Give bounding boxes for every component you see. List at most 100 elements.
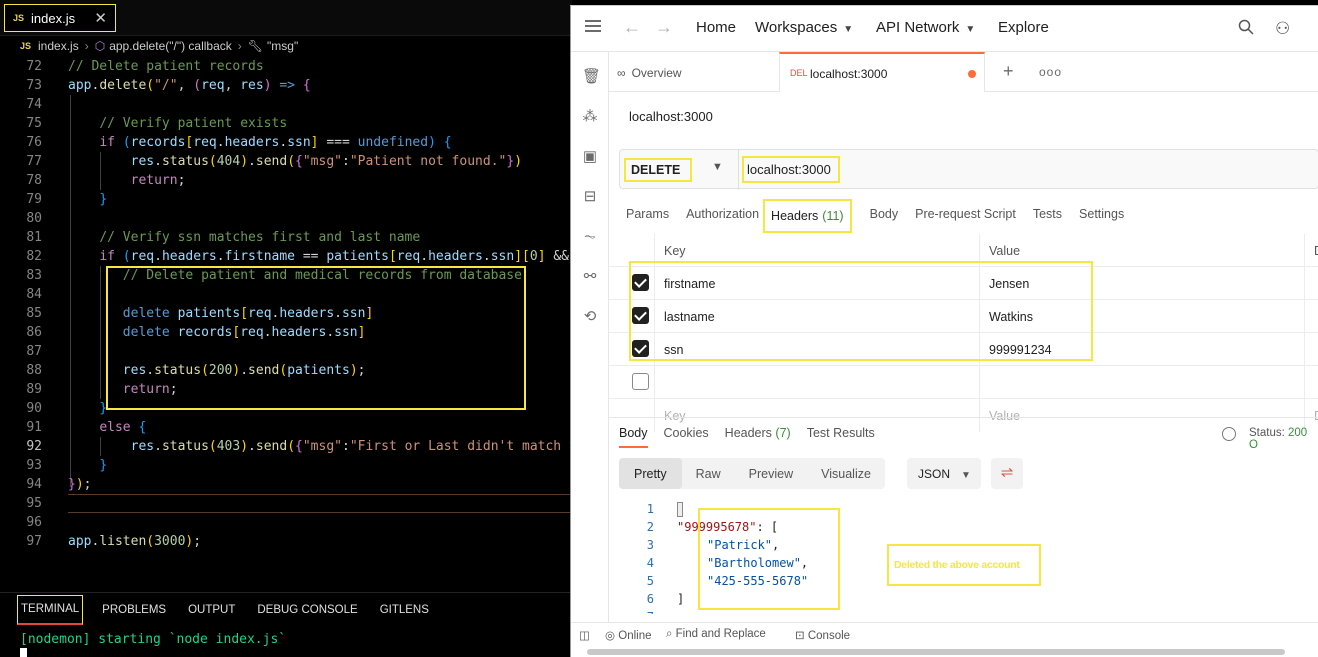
- column-header-description: D: [1304, 234, 1318, 267]
- forward-arrow-icon[interactable]: →: [655, 17, 673, 38]
- tab-body[interactable]: Body: [840, 199, 899, 229]
- line-number: 73: [26, 78, 42, 93]
- file-tab-index-js[interactable]: JS index.js ✕: [4, 4, 116, 32]
- line-number: 83: [26, 268, 42, 283]
- tab-debug-console[interactable]: DEBUG CONSOLE: [246, 593, 368, 626]
- back-arrow-icon[interactable]: ←: [623, 17, 641, 38]
- response-line-number: 4: [646, 556, 654, 570]
- bottom-status-bar: ◫ ◎ Online ⌕ Find and Replace ⊡ Console: [571, 622, 1318, 646]
- format-label: JSON: [918, 467, 951, 481]
- tab-output[interactable]: OUTPUT: [177, 593, 246, 626]
- nav-api-network-label: API Network: [876, 19, 960, 36]
- code-line: app.listen(3000);: [68, 534, 202, 549]
- line-number: 82: [26, 249, 42, 264]
- tab-response-body[interactable]: Body: [619, 426, 648, 448]
- wrap-lines-icon[interactable]: ⇌: [991, 458, 1023, 489]
- method-cube-icon: ⬡: [94, 39, 106, 53]
- code-line: res.status(403).send({"msg":"First or La…: [130, 439, 572, 454]
- tab-terminal[interactable]: TERMINAL: [17, 594, 84, 625]
- breadcrumb-file[interactable]: index.js: [38, 39, 79, 53]
- tab-test-results[interactable]: Test Results: [807, 426, 875, 448]
- tab-response-headers[interactable]: Headers (7): [725, 426, 791, 448]
- tab-gitlens[interactable]: GITLENS: [369, 593, 440, 626]
- tab-authorization[interactable]: Authorization: [669, 199, 759, 229]
- search-icon[interactable]: [1238, 19, 1254, 35]
- response-line-number: 3: [646, 538, 654, 552]
- sidebar-toggle-icon[interactable]: ◫: [579, 628, 590, 642]
- tab-request-localhost[interactable]: DEL localhost:3000: [779, 52, 985, 92]
- response-line-number: 6: [646, 592, 654, 606]
- trash-icon[interactable]: 🗑︎: [582, 69, 601, 85]
- method-select[interactable]: DELETE: [624, 158, 692, 182]
- tab-settings[interactable]: Settings: [1062, 199, 1124, 229]
- find-replace-button[interactable]: ⌕ Find and Replace: [666, 628, 766, 641]
- chevron-down-icon[interactable]: ▼: [712, 161, 723, 173]
- header-description-cell[interactable]: [1304, 267, 1318, 300]
- line-number: 84: [26, 287, 42, 302]
- view-raw-button[interactable]: Raw: [682, 458, 735, 489]
- nav-workspaces[interactable]: Workspaces ▼: [755, 19, 853, 36]
- tab-overview-label: Overview: [631, 66, 682, 80]
- response-headers-count: (7): [775, 426, 791, 440]
- tab-cookies[interactable]: Cookies: [664, 426, 709, 448]
- invite-user-icon[interactable]: ⚇: [1275, 19, 1290, 39]
- tab-problems[interactable]: PROBLEMS: [91, 593, 177, 626]
- nav-home[interactable]: Home: [696, 19, 736, 36]
- row-checkbox[interactable]: [632, 373, 649, 390]
- tab-tests[interactable]: Tests: [1016, 199, 1062, 229]
- highlight-annotation-box: [698, 508, 840, 610]
- globe-icon[interactable]: [1222, 427, 1236, 441]
- view-preview-button[interactable]: Preview: [735, 458, 807, 489]
- nav-explore[interactable]: Explore: [998, 19, 1049, 36]
- view-pretty-button[interactable]: Pretty: [619, 458, 682, 489]
- panel-tab-bar: TERMINAL PROBLEMS OUTPUT DEBUG CONSOLE G…: [0, 592, 572, 626]
- request-title[interactable]: localhost:3000: [629, 109, 713, 124]
- environments-icon[interactable]: ⊟: [582, 189, 598, 205]
- tab-request-label: localhost:3000: [810, 67, 888, 81]
- apis-icon[interactable]: ▣: [582, 149, 598, 165]
- monitors-icon[interactable]: ⏦: [582, 229, 598, 245]
- line-number: 81: [26, 230, 42, 245]
- header-description-cell[interactable]: [1304, 333, 1318, 366]
- terminal-cursor: [20, 648, 27, 657]
- file-tab-label: index.js: [31, 10, 76, 26]
- line-number: 96: [26, 515, 42, 530]
- online-status[interactable]: ◎ Online: [605, 628, 652, 642]
- view-visualize-button[interactable]: Visualize: [807, 458, 885, 489]
- chevron-down-icon: ▼: [965, 24, 976, 35]
- tab-headers[interactable]: Headers (11): [763, 199, 852, 233]
- header-description-cell[interactable]: [1304, 366, 1318, 399]
- header-key-cell[interactable]: [654, 366, 979, 399]
- tab-overview[interactable]: ∞ Overview: [617, 66, 682, 80]
- tab-prerequest-script[interactable]: Pre-request Script: [898, 199, 1016, 229]
- line-number: 91: [26, 420, 42, 435]
- hamburger-menu-icon[interactable]: [585, 20, 601, 34]
- header-description-cell[interactable]: [1304, 300, 1318, 333]
- code-line: return;: [130, 173, 186, 188]
- close-icon[interactable]: ✕: [94, 9, 107, 27]
- console-button[interactable]: ⊡ Console: [795, 628, 850, 642]
- highlight-annotation-box: [629, 261, 1093, 361]
- line-number: 72: [26, 59, 42, 74]
- new-tab-button[interactable]: +: [1003, 61, 1014, 82]
- flows-icon[interactable]: ⚯: [582, 269, 598, 285]
- response-view-toggle: Pretty Raw Preview Visualize: [619, 458, 885, 489]
- url-input[interactable]: localhost:3000: [742, 156, 840, 183]
- more-tabs-icon[interactable]: ooo: [1039, 65, 1062, 79]
- breadcrumb-property[interactable]: "msg": [267, 39, 298, 53]
- horizontal-scrollbar[interactable]: [587, 649, 1285, 655]
- header-value-cell[interactable]: [979, 366, 1304, 399]
- history-icon[interactable]: ⟲: [582, 309, 598, 325]
- breadcrumb: JS index.js › ⬡ app.delete("/") callback…: [0, 36, 572, 56]
- nav-api-network[interactable]: API Network ▼: [876, 19, 975, 36]
- response-divider[interactable]: [609, 417, 1318, 418]
- code-line: app.delete("/", (req, res) => {: [68, 78, 311, 93]
- format-select[interactable]: JSON ▼: [907, 458, 981, 489]
- chevron-right-icon: ›: [237, 39, 242, 53]
- tab-params[interactable]: Params: [609, 199, 669, 229]
- left-sidebar: 🗑︎ ⁂ ▣ ⊟ ⏦ ⚯ ⟲: [571, 52, 609, 622]
- collections-icon[interactable]: ⁂: [582, 109, 598, 125]
- fold-marker: [677, 502, 683, 517]
- breadcrumb-function[interactable]: app.delete("/") callback: [109, 39, 232, 53]
- line-number: 74: [26, 97, 42, 112]
